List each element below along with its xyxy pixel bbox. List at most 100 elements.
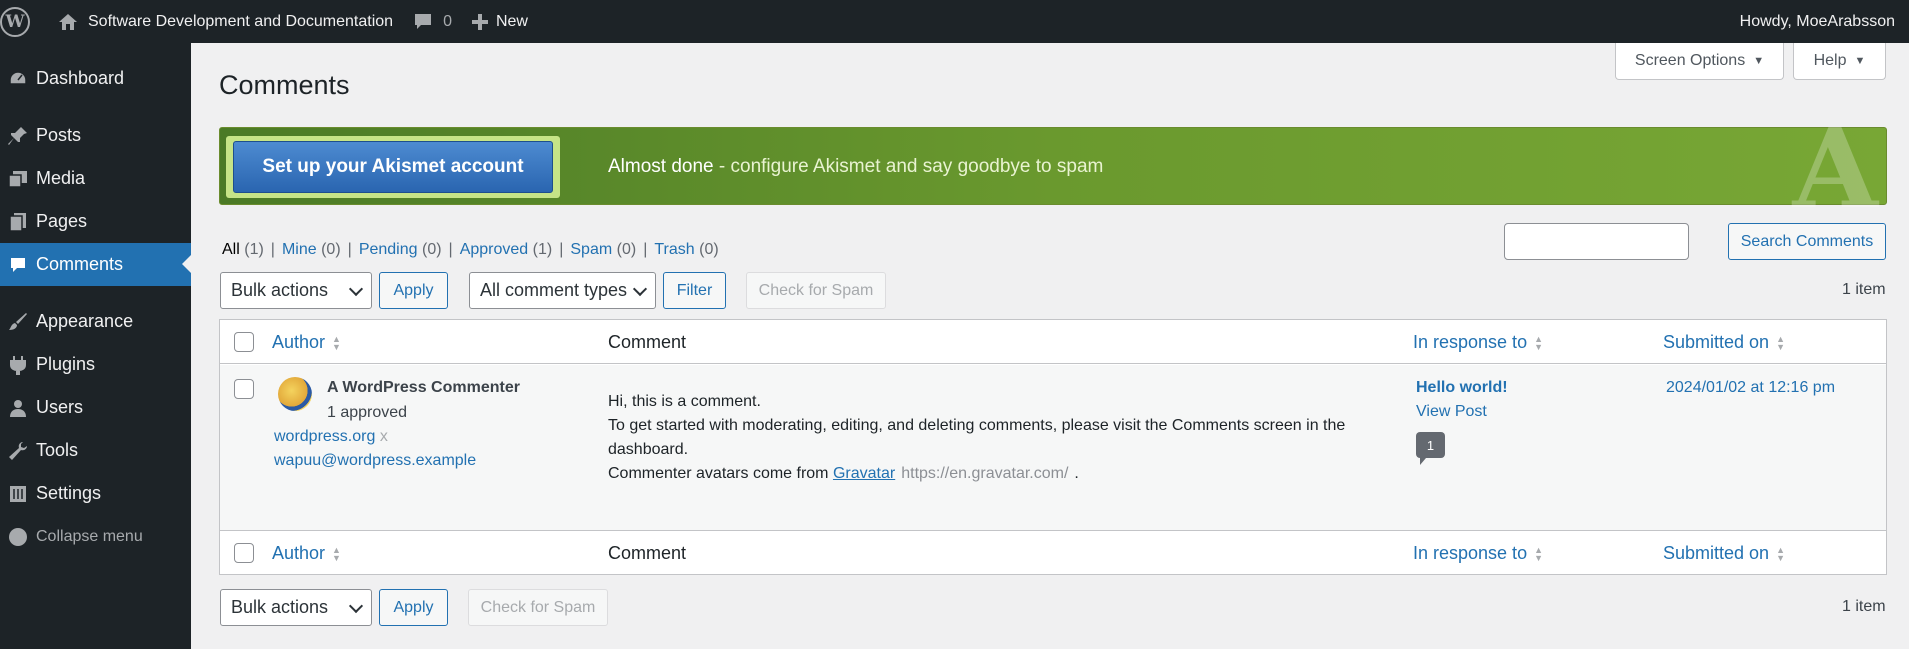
new-label: New [495, 12, 528, 30]
separator: | [559, 241, 564, 258]
chevron-down-icon [632, 281, 648, 297]
column-submitted-on[interactable]: Submitted on ▲ ▼ [1663, 332, 1785, 353]
akismet-message-strong: Almost done [608, 156, 714, 177]
admin-sidebar: Dashboard Posts Media Pages Comments App… [0, 43, 191, 649]
column-author-footer[interactable]: Author ▲ ▼ [272, 543, 341, 564]
wp-logo-menu[interactable]: W [0, 0, 40, 43]
chevron-down-icon [348, 598, 364, 614]
sidebar-item-label: Posts [36, 125, 82, 145]
bulk-actions-select-top[interactable]: Bulk actions [220, 272, 372, 309]
comment-count-badge[interactable]: 1 [1416, 432, 1445, 465]
sort-icon: ▲ ▼ [332, 544, 341, 563]
sort-icon: ▲ ▼ [1534, 544, 1543, 563]
select-all-checkbox-bottom[interactable] [234, 543, 254, 563]
caret-down-icon: ▼ [1753, 55, 1765, 67]
bulk-actions-value: Bulk actions [231, 597, 329, 617]
sidebar-item-label: Plugins [36, 354, 96, 374]
akismet-button-frame: Set up your Akismet account [226, 136, 560, 198]
sidebar-item-dashboard[interactable]: Dashboard [0, 57, 191, 100]
page-title: Comments [219, 70, 350, 100]
sidebar-item-comments[interactable]: Comments [0, 243, 191, 286]
sidebar-item-appearance[interactable]: Appearance [0, 300, 191, 343]
select-all-checkbox[interactable] [234, 332, 254, 352]
gravatar-link[interactable]: Gravatar [833, 465, 895, 482]
row-checkbox[interactable] [234, 379, 254, 399]
search-input[interactable] [1504, 223, 1689, 260]
avatar [278, 377, 312, 411]
sidebar-item-posts[interactable]: Posts [0, 114, 191, 157]
akismet-logo: A [1792, 104, 1878, 233]
submitted-date-link[interactable]: 2024/01/02 at 12:16 pm [1666, 379, 1835, 397]
chevron-down-icon [348, 281, 364, 297]
plus-icon [471, 13, 488, 30]
comment-icon [0, 255, 36, 275]
sidebar-item-label: Appearance [36, 311, 134, 331]
comment-type-select[interactable]: All comment types [469, 272, 656, 309]
table-header: Author ▲ ▼ Comment In response to ▲ ▼ Submit… [220, 320, 1886, 364]
search-comments-button[interactable]: Search Comments [1728, 223, 1886, 260]
pages-icon [0, 212, 36, 232]
comment-bubble-icon [415, 14, 432, 29]
sidebar-item-users[interactable]: Users [0, 386, 191, 429]
sidebar-item-label: Tools [36, 440, 79, 460]
comment-type-value: All comment types [480, 280, 628, 300]
response-post-link[interactable]: Hello world! [1416, 379, 1508, 397]
author-email-link[interactable]: wapuu@wordpress.example [274, 452, 476, 470]
column-in-response-to-footer[interactable]: In response to ▲ ▼ [1413, 543, 1543, 564]
filter-trash[interactable]: Trash (0) [654, 241, 718, 259]
comments-table: Author ▲ ▼ Comment In response to ▲ ▼ Submit… [219, 319, 1887, 575]
apply-button-bottom[interactable]: Apply [379, 589, 448, 626]
filter-pending[interactable]: Pending (0) [359, 241, 442, 259]
apply-button-top[interactable]: Apply [379, 272, 448, 309]
screen-options-button[interactable]: Screen Options ▼ [1615, 43, 1784, 80]
sidebar-item-pages[interactable]: Pages [0, 200, 191, 243]
author-url-link[interactable]: wordpress.org [274, 428, 375, 445]
sort-icon: ▲ ▼ [332, 333, 341, 352]
sidebar-item-plugins[interactable]: Plugins [0, 343, 191, 386]
bulk-actions-select-bottom[interactable]: Bulk actions [220, 589, 372, 626]
greeting: Howdy, MoeArabsson [1739, 12, 1895, 30]
check-for-spam-button-bottom[interactable]: Check for Spam [468, 589, 608, 626]
sidebar-item-tools[interactable]: Tools [0, 429, 191, 472]
filter-spam[interactable]: Spam (0) [570, 241, 636, 259]
brush-icon [0, 312, 36, 332]
sidebar-item-label: Dashboard [36, 68, 125, 88]
filter-all[interactable]: All (1) [222, 241, 264, 259]
comment-line: Hi, this is a comment. [608, 393, 761, 410]
filter-button[interactable]: Filter [663, 272, 726, 309]
column-in-response-to[interactable]: In response to ▲ ▼ [1413, 332, 1543, 353]
author-url-line: wordpress.org x [274, 428, 388, 446]
my-account-link[interactable]: Howdy, MoeArabsson [1730, 0, 1909, 43]
comments-link[interactable]: 0 [403, 0, 462, 43]
site-name-link[interactable]: Software Development and Documentation [40, 0, 403, 43]
sidebar-item-label: Settings [36, 483, 102, 503]
sidebar-item-label: Users [36, 397, 84, 417]
sidebar-item-media[interactable]: Media [0, 157, 191, 200]
comment-line: To get started with moderating, editing,… [608, 417, 1346, 458]
user-icon [0, 398, 36, 418]
akismet-setup-button[interactable]: Set up your Akismet account [233, 141, 553, 193]
plug-icon [0, 355, 36, 375]
column-submitted-on-footer[interactable]: Submitted on ▲ ▼ [1663, 543, 1785, 564]
table-footer: Author ▲ ▼ Comment In response to ▲ ▼ Submit… [220, 530, 1886, 574]
sort-icon: ▲ ▼ [1534, 333, 1543, 352]
help-button[interactable]: Help ▼ [1793, 43, 1886, 80]
filter-approved[interactable]: Approved (1) [460, 241, 553, 259]
author-url-suffix: x [379, 428, 388, 445]
new-content-link[interactable]: New [462, 0, 538, 43]
comments-count: 0 [443, 12, 452, 30]
sidebar-item-settings[interactable]: Settings [0, 472, 191, 515]
home-icon [59, 13, 77, 30]
comment-body: Hi, this is a comment. To get started wi… [608, 390, 1388, 486]
filter-mine[interactable]: Mine (0) [282, 241, 341, 259]
collapse-menu-button[interactable]: Collapse menu [0, 515, 191, 558]
sort-icon: ▲ ▼ [1776, 333, 1785, 352]
admin-bar: W Software Development and Documentation… [0, 0, 1909, 43]
column-author[interactable]: Author ▲ ▼ [272, 332, 341, 353]
sidebar-item-label: Pages [36, 211, 88, 231]
view-post-link[interactable]: View Post [1416, 403, 1487, 421]
table-row: A WordPress Commenter 1 approved wordpre… [220, 365, 1886, 530]
comment-status-filters: All (1) | Mine (0) | Pending (0) | Appro… [222, 241, 719, 259]
separator: | [448, 241, 453, 258]
check-for-spam-button-top[interactable]: Check for Spam [746, 272, 886, 309]
